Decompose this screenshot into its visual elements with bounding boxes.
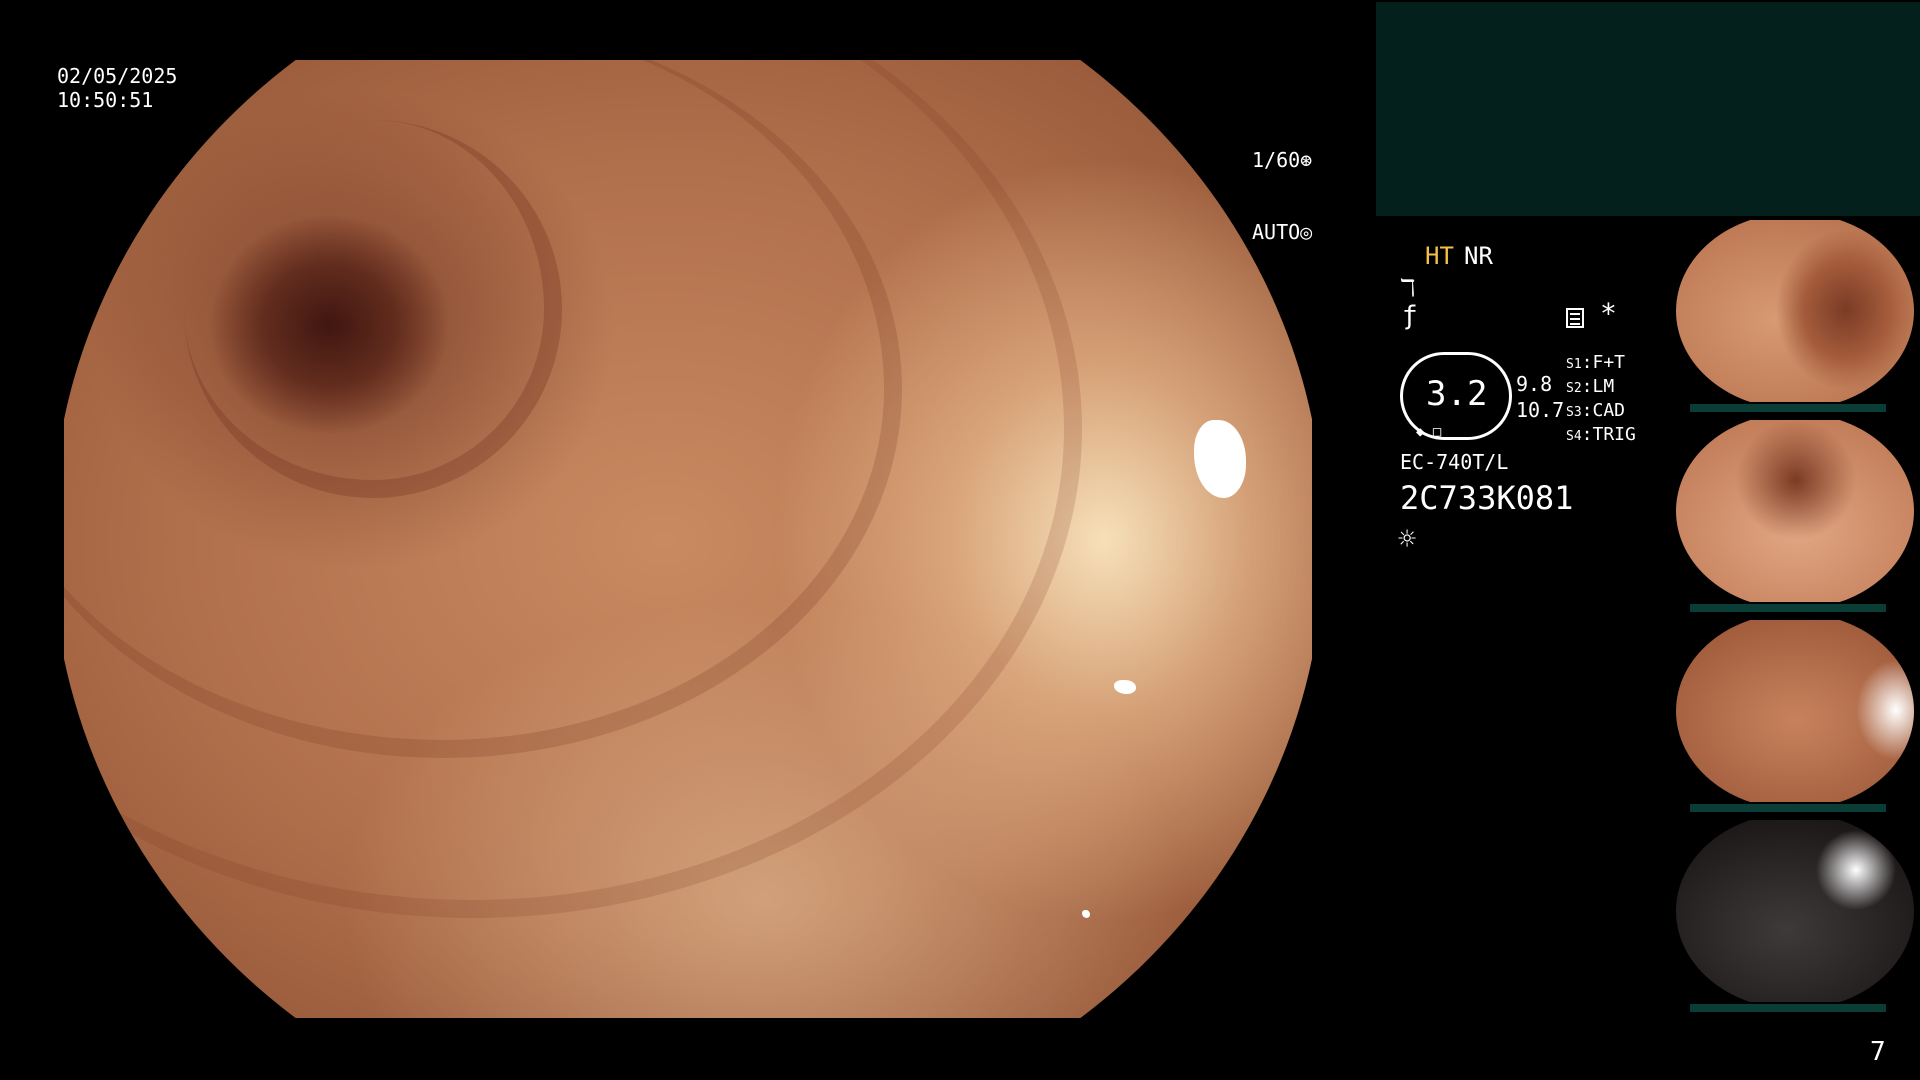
capture-thumbnail[interactable] [1670,416,1920,612]
light-reflection [1194,420,1246,498]
aperture-icon: ⊛ [1300,148,1313,172]
switch-key: S3 [1566,405,1582,420]
date-time-readout: 02/05/2025 10:50:51 [57,64,177,112]
capture-thumbnail[interactable] [1670,816,1920,1012]
light-reflection [1114,680,1136,694]
shutter-speed: 1/60 [1252,148,1301,172]
switch-key: S2 [1566,381,1582,396]
asterisk-icon: * [1600,297,1617,330]
enhancement-icon: ℸ [1400,274,1416,302]
page-number: 7 [1870,1037,1886,1067]
switch-value: F+T [1592,352,1626,373]
thumbnail-bar [1690,604,1886,612]
readout-value-b: 10.7 [1516,398,1565,422]
scope-model: EC-740T/L [1400,450,1509,474]
structure-icon: ƒ [1402,301,1418,331]
sun-icon: ☼ [1398,522,1417,557]
switch-key: S4 [1566,429,1582,444]
auto-exposure-icon: ◎ [1300,220,1313,244]
time: 10:50:51 [57,88,154,112]
zoom-indicator-icon: ◆ □ [1416,424,1442,440]
thumbnail-bar [1690,1004,1886,1012]
light-reflection [1082,910,1090,918]
thumbnail-image [1676,420,1914,602]
date: 02/05/2025 [57,64,178,88]
exposure-readout: 1/60⊛ AUTO◎ [1252,100,1312,268]
switch-value: LM [1592,376,1615,397]
capture-thumbnail[interactable] [1670,216,1920,412]
scope-serial: 2C733K081 [1400,479,1574,517]
switch-value: CAD [1592,400,1626,421]
switch-key: S1 [1566,357,1582,372]
endoscope-main-view [64,60,1312,1018]
switch-s4: S4:TRIG [1566,424,1636,445]
list-icon [1566,308,1584,328]
info-panel [1376,2,1920,216]
thumbnail-image [1676,220,1914,402]
exposure-mode: AUTO [1252,220,1301,244]
nr-mode-label: NR [1464,242,1493,270]
ht-mode-label: HT [1425,242,1454,270]
readout-value-a: 9.8 [1516,372,1553,396]
capture-thumbnail[interactable] [1670,616,1920,812]
thumbnail-image [1676,820,1914,1002]
switch-value: TRIG [1592,424,1636,445]
zoom-value: 3.2 [1426,374,1488,414]
thumbnail-image [1676,620,1914,802]
thumbnail-bar [1690,404,1886,412]
thumbnail-bar [1690,804,1886,812]
